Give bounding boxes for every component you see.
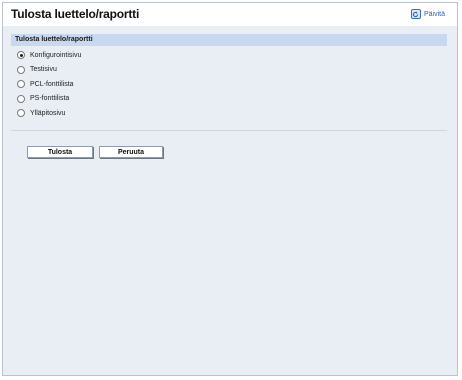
page-header: Tulosta luettelo/raportti Päivitä (3, 3, 457, 26)
radio-pcl-font-list[interactable] (17, 80, 25, 89)
print-button[interactable]: Tulosta (27, 146, 93, 158)
radio-ps-font-list[interactable] (17, 94, 25, 103)
refresh-label[interactable]: Päivitä (424, 11, 445, 18)
section-header: Tulosta luettelo/raportti (11, 34, 447, 46)
refresh-arrow-icon (413, 11, 419, 17)
option-label: PCL-fonttilista (30, 80, 74, 88)
print-list-report-page: Tulosta luettelo/raportti Päivitä Tulost… (2, 2, 458, 376)
refresh-button[interactable]: Päivitä (410, 8, 445, 20)
page-title: Tulosta luettelo/raportti (11, 7, 140, 21)
cancel-button[interactable]: Peruuta (99, 146, 163, 158)
refresh-icon[interactable] (410, 9, 421, 19)
option-pcl-font-list[interactable]: PCL-fonttilista (17, 77, 217, 92)
radio-test-page[interactable] (17, 65, 25, 74)
option-ps-font-list[interactable]: PS-fonttilista (17, 92, 217, 107)
option-label: Testisivu (30, 66, 57, 74)
option-label: Ylläpitosivu (30, 109, 66, 117)
option-test-page[interactable]: Testisivu (17, 63, 217, 78)
radio-configuration-page[interactable] (17, 51, 25, 60)
option-label: PS-fonttilista (30, 95, 70, 103)
divider (11, 130, 447, 131)
section-title: Tulosta luettelo/raportti (15, 36, 93, 43)
option-configuration-page[interactable]: Konfigurointisivu (17, 48, 217, 63)
radio-maintenance-page[interactable] (17, 109, 25, 118)
report-options: Konfigurointisivu Testisivu PCL-fonttili… (17, 48, 217, 121)
option-label: Konfigurointisivu (30, 51, 82, 59)
option-maintenance-page[interactable]: Ylläpitosivu (17, 106, 217, 121)
